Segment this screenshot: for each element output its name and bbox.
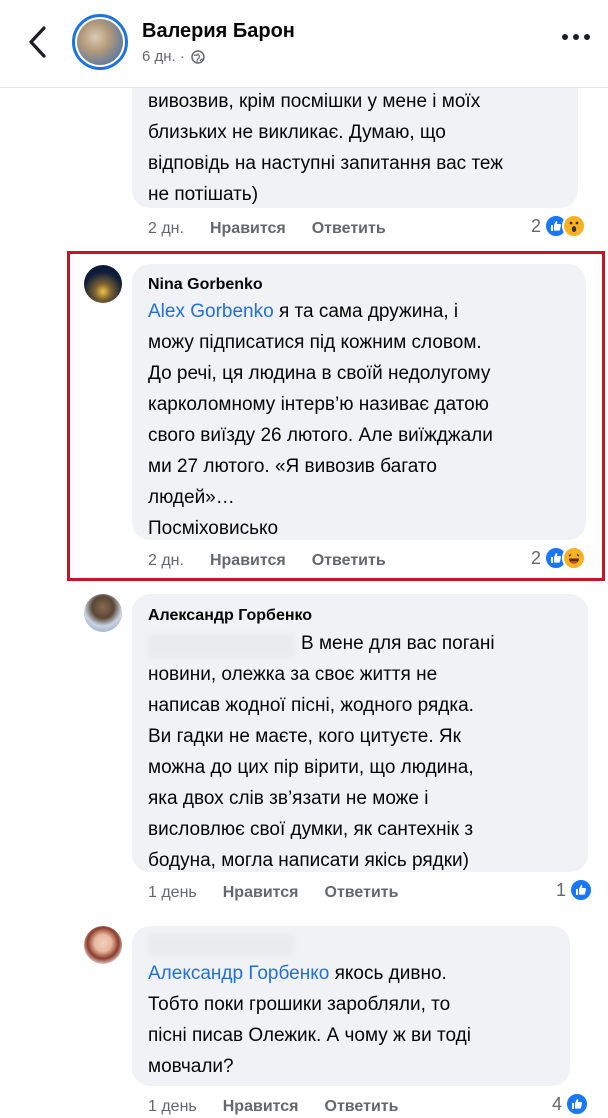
reaction-summary[interactable]: 1 — [556, 878, 594, 902]
post-time[interactable]: 6 дн. · — [142, 48, 185, 65]
like-button[interactable]: Нравится — [223, 1098, 299, 1116]
author-name[interactable]: Валерия Барон — [142, 20, 295, 43]
reaction-summary[interactable]: 2 — [531, 214, 587, 238]
comment-time[interactable]: 2 дн. — [148, 552, 184, 570]
comment-author[interactable]: Александр Горбенко — [148, 607, 312, 625]
post-header: Валерия Барон 6 дн. · — [0, 0, 608, 88]
avatar[interactable] — [84, 594, 122, 632]
comment-actions: 2 дн. Нравится Ответить — [148, 552, 386, 570]
comment-time[interactable]: 2 дн. — [148, 220, 184, 238]
like-reaction-icon — [565, 1092, 590, 1116]
comment-text: Alex Gorbenko я та сама дружина, і можу … — [148, 301, 493, 539]
post-meta: 6 дн. · — [142, 48, 205, 65]
avatar[interactable] — [84, 265, 122, 303]
mention-link[interactable]: Александр Горбенко — [148, 963, 329, 984]
like-button[interactable]: Нравится — [210, 552, 286, 570]
comment-text: Александр Горбенко якось дивно. Тобто по… — [148, 963, 471, 1077]
comment-time[interactable]: 1 день — [148, 1098, 197, 1116]
reply-button[interactable]: Ответить — [312, 220, 386, 238]
chevron-left-icon — [29, 26, 46, 58]
reply-button[interactable]: Ответить — [325, 884, 399, 902]
comment-time[interactable]: 1 день — [148, 884, 197, 902]
comment-text: вивозвив, крім посмішки у мене і моїх бл… — [148, 91, 503, 205]
wow-reaction-icon — [562, 214, 587, 238]
like-button[interactable]: Нравится — [223, 884, 299, 902]
author-avatar[interactable] — [72, 14, 128, 70]
mention-link[interactable]: Alex Gorbenko — [148, 301, 274, 322]
globe-icon — [191, 49, 205, 64]
comment-text: В мене для вас погані новини, олежка за … — [148, 633, 495, 871]
like-reaction-icon — [569, 878, 594, 902]
like-button[interactable]: Нравится — [210, 220, 286, 238]
comment-actions: 1 день Нравится Ответить — [148, 1098, 398, 1116]
haha-reaction-icon — [562, 546, 587, 570]
avatar[interactable] — [84, 926, 122, 964]
reply-button[interactable]: Ответить — [325, 1098, 399, 1116]
redacted-author — [148, 934, 294, 956]
more-options-icon[interactable] — [562, 34, 590, 40]
comment-actions: 2 дн. Нравится Ответить — [148, 220, 386, 238]
reaction-summary[interactable]: 4 — [552, 1092, 590, 1116]
back-button[interactable] — [20, 22, 54, 62]
comment-author[interactable]: Nina Gorbenko — [148, 276, 263, 294]
comment-actions: 1 день Нравится Ответить — [148, 884, 398, 902]
reply-button[interactable]: Ответить — [312, 552, 386, 570]
reaction-summary[interactable]: 2 — [531, 546, 587, 570]
